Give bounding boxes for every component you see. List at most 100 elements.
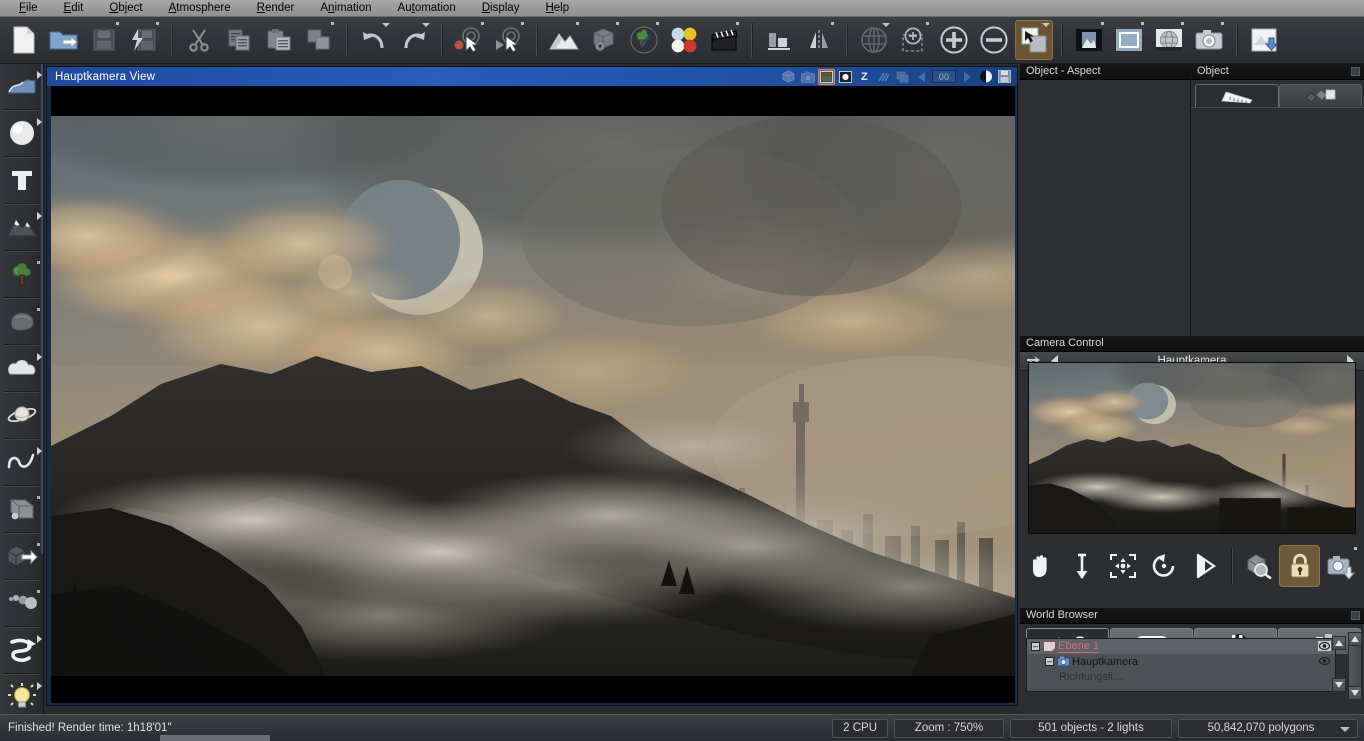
tool-text[interactable] bbox=[0, 158, 44, 202]
tree-scroll-up-button[interactable] bbox=[1332, 636, 1346, 650]
zoom-region-button[interactable] bbox=[895, 20, 933, 60]
viewport-title-bar[interactable]: Hauptkamera View Z 00 bbox=[47, 67, 1017, 86]
cam-lock[interactable] bbox=[1279, 545, 1320, 587]
new-document-button[interactable] bbox=[5, 20, 43, 60]
tree-row-ebene-1[interactable]: – Ebene 1 bbox=[1027, 639, 1335, 654]
quick-save-button[interactable] bbox=[125, 20, 163, 60]
material-editor-button[interactable] bbox=[625, 20, 663, 60]
tool-import-object[interactable] bbox=[0, 534, 44, 578]
render-view-button[interactable] bbox=[1070, 20, 1108, 60]
menu-atmosphere[interactable]: Atmosphere bbox=[156, 0, 244, 16]
cam-orbit[interactable] bbox=[1143, 545, 1184, 587]
horizontal-scroll-indicator[interactable] bbox=[160, 735, 270, 741]
cam-fit-center[interactable] bbox=[1102, 545, 1143, 587]
menu-render[interactable]: Render bbox=[244, 0, 308, 16]
move-dropdown-arrow-icon[interactable] bbox=[1042, 23, 1050, 27]
world-browser-close-icon[interactable] bbox=[1351, 611, 1360, 620]
vp-z-buffer[interactable]: Z bbox=[856, 69, 873, 85]
deform-flyout-arrow-icon[interactable] bbox=[37, 635, 42, 643]
object-aspect-content[interactable] bbox=[1020, 80, 1190, 336]
vp-preview-quality[interactable] bbox=[837, 69, 854, 85]
render-area-button[interactable] bbox=[1110, 20, 1148, 60]
tool-spline[interactable] bbox=[0, 440, 44, 484]
vp-hatch-mode[interactable] bbox=[875, 69, 892, 85]
scrollbar-down-button[interactable] bbox=[1348, 686, 1362, 700]
scrollbar-thumb[interactable] bbox=[1348, 646, 1362, 686]
world-browser-tree[interactable]: – Ebene 1 – Hauptkamera Richtungsli… bbox=[1026, 638, 1336, 692]
mirror-button[interactable] bbox=[800, 20, 838, 60]
vp-next-frame[interactable] bbox=[958, 69, 975, 85]
tool-rock[interactable] bbox=[0, 299, 44, 343]
tree-row-hauptkamera[interactable]: – Hauptkamera bbox=[1027, 654, 1335, 669]
vp-display-mode[interactable] bbox=[818, 68, 835, 85]
save-document-button[interactable] bbox=[85, 20, 123, 60]
tree-scroll-down-button[interactable] bbox=[1332, 678, 1346, 692]
cam-snapshot[interactable] bbox=[1320, 545, 1361, 587]
tool-scatter[interactable] bbox=[0, 581, 44, 625]
select-mode-button[interactable] bbox=[450, 20, 488, 60]
terrain-editor-button[interactable] bbox=[545, 20, 583, 60]
zoom-in-button[interactable] bbox=[935, 20, 973, 60]
vp-contrast[interactable] bbox=[977, 69, 994, 85]
zoom-out-button[interactable] bbox=[975, 20, 1013, 60]
menu-display[interactable]: Display bbox=[469, 0, 533, 16]
tool-cloud[interactable] bbox=[0, 346, 44, 390]
camera-preview-thumbnail[interactable] bbox=[1028, 362, 1356, 534]
scrollbar-up-button[interactable] bbox=[1348, 632, 1362, 646]
hauptkamera-visibility-eye-icon[interactable] bbox=[1318, 656, 1331, 666]
globe-atmosphere-button[interactable] bbox=[855, 20, 893, 60]
vp-camera-toggle[interactable] bbox=[799, 69, 816, 85]
cam-pan[interactable] bbox=[1020, 545, 1061, 587]
color-spheres-button[interactable] bbox=[665, 20, 703, 60]
terrain-flyout-arrow-icon[interactable] bbox=[37, 212, 42, 220]
undo-button[interactable] bbox=[355, 20, 393, 60]
move-selection-button[interactable] bbox=[1015, 20, 1053, 60]
object-properties-button[interactable] bbox=[585, 20, 623, 60]
vp-frame-field[interactable]: 00 bbox=[932, 70, 956, 83]
cloud-flyout-arrow-icon[interactable] bbox=[37, 353, 42, 361]
render-canvas[interactable] bbox=[51, 86, 1015, 703]
menu-file[interactable]: File bbox=[6, 0, 51, 16]
tool-light[interactable] bbox=[0, 675, 44, 719]
redo-button[interactable] bbox=[395, 20, 433, 60]
light-flyout-arrow-icon[interactable] bbox=[37, 682, 42, 690]
ebene-1-visibility-eye-icon[interactable] bbox=[1318, 641, 1331, 651]
water-plane-flyout-arrow-icon[interactable] bbox=[37, 71, 42, 79]
paste-button[interactable] bbox=[260, 20, 298, 60]
polygon-count-dropdown-icon[interactable] bbox=[1340, 726, 1350, 732]
open-document-button[interactable] bbox=[45, 20, 83, 60]
object-panel-content[interactable] bbox=[1191, 107, 1364, 351]
tree-scroll-inner[interactable] bbox=[1332, 636, 1346, 694]
cut-button[interactable] bbox=[180, 20, 218, 60]
ebene-1-expander-icon[interactable]: – bbox=[1031, 642, 1040, 651]
play-select-mode-button[interactable] bbox=[490, 20, 528, 60]
export-render-button[interactable] bbox=[1245, 20, 1283, 60]
menu-edit[interactable]: Edit bbox=[51, 0, 97, 16]
spline-flyout-arrow-icon[interactable] bbox=[37, 447, 42, 455]
menu-automation[interactable]: Automation bbox=[385, 0, 469, 16]
polygon-count-field[interactable]: 50,842,070 polygons bbox=[1178, 718, 1358, 738]
align-bottom-button[interactable] bbox=[760, 20, 798, 60]
cpu-count-field[interactable]: 2 CPU bbox=[832, 718, 888, 738]
tree-row-partial[interactable]: Richtungsli… bbox=[1027, 669, 1335, 684]
cam-zoom-object[interactable] bbox=[1238, 545, 1279, 587]
tool-deform[interactable] bbox=[0, 628, 44, 672]
tool-sphere-primitive[interactable] bbox=[0, 111, 44, 155]
globe-dropdown-arrow-icon[interactable] bbox=[882, 23, 890, 27]
duplicate-button[interactable] bbox=[300, 20, 338, 60]
vp-layers[interactable] bbox=[894, 69, 911, 85]
tool-metablob[interactable] bbox=[0, 487, 44, 531]
object-count-field[interactable]: 501 objects - 2 lights bbox=[1010, 718, 1172, 738]
animation-clapper-button[interactable] bbox=[705, 20, 743, 60]
tab-object-numerics[interactable] bbox=[1195, 84, 1279, 107]
menu-help[interactable]: Help bbox=[532, 0, 582, 16]
camera-render-button[interactable] bbox=[1190, 20, 1228, 60]
object-panel-close-icon[interactable] bbox=[1351, 67, 1360, 76]
tool-plant[interactable] bbox=[0, 252, 44, 296]
undo-dropdown-arrow-icon[interactable] bbox=[382, 23, 390, 27]
menu-animation[interactable]: Animation bbox=[307, 0, 384, 16]
tool-terrain[interactable] bbox=[0, 205, 44, 249]
vp-prev-frame[interactable] bbox=[913, 69, 930, 85]
zoom-level-field[interactable]: Zoom : 750% bbox=[894, 718, 1004, 738]
vp-wireframe-box-toggle[interactable] bbox=[780, 69, 797, 85]
